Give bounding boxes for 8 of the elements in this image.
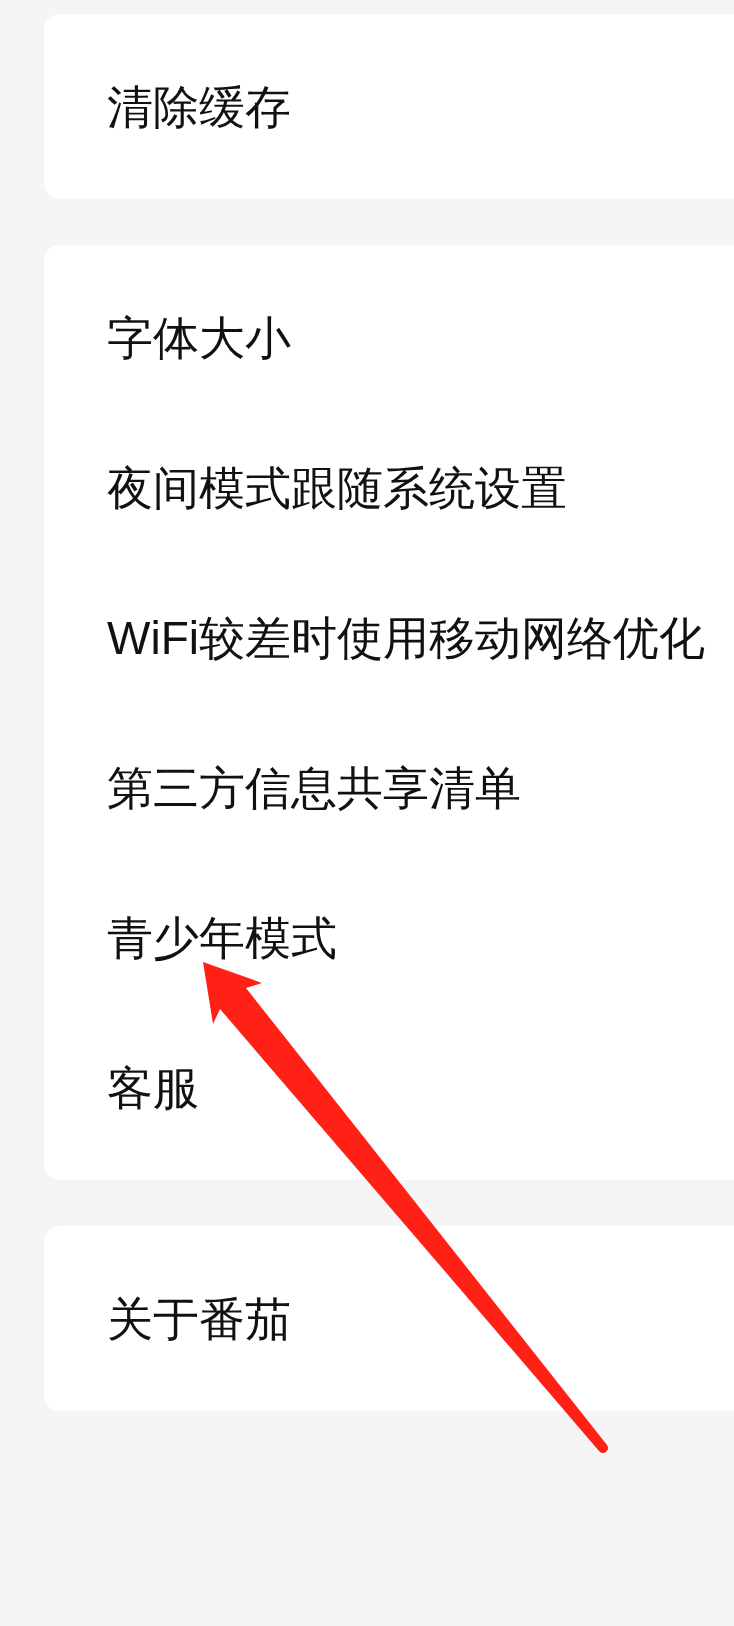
menu-item[interactable]: 关于番茄 [107, 1296, 291, 1342]
menu-item[interactable]: 客服 [107, 1065, 199, 1111]
menu-item[interactable]: 第三方信息共享清单 [107, 765, 521, 811]
menu-item[interactable]: 字体大小 [107, 315, 291, 361]
menu-item[interactable]: WiFi较差时使用移动网络优化 [107, 615, 705, 661]
menu-item[interactable]: 青少年模式 [107, 915, 337, 961]
menu-item[interactable]: 夜间模式跟随系统设置 [107, 465, 567, 511]
menu-item[interactable]: 清除缓存 [107, 84, 291, 130]
